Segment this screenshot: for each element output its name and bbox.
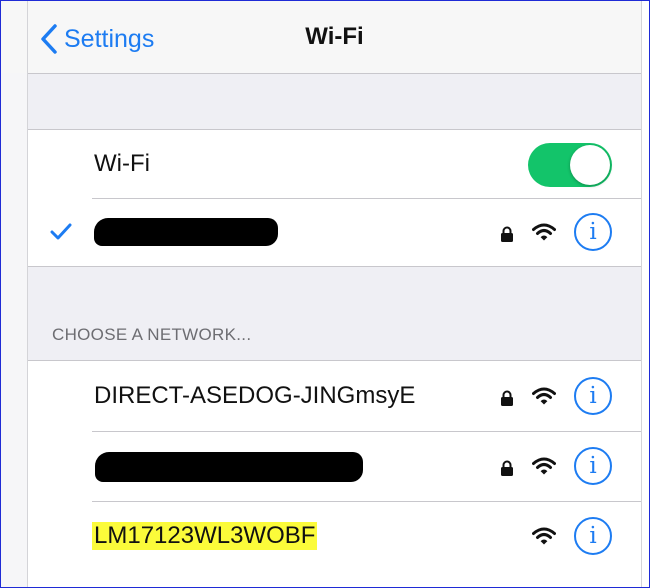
info-icon[interactable]: i <box>574 447 612 485</box>
connected-network-row[interactable]: i <box>28 198 641 266</box>
redacted-network-name <box>94 218 278 246</box>
info-icon[interactable]: i <box>574 213 612 251</box>
info-icon[interactable]: i <box>574 517 612 555</box>
wifi-signal-icon <box>532 527 556 545</box>
left-margin <box>1 73 27 587</box>
network-row[interactable]: i <box>28 431 641 501</box>
lock-icon <box>501 390 513 406</box>
section-header: CHOOSE A NETWORK... <box>52 325 252 344</box>
wifi-toggle-switch[interactable] <box>528 143 612 187</box>
redacted-network-name <box>95 452 363 482</box>
toggle-knob <box>570 145 610 185</box>
info-icon[interactable]: i <box>574 377 612 415</box>
wifi-group: Wi-Fi i <box>28 129 641 267</box>
wifi-toggle-label: Wi-Fi <box>94 150 150 177</box>
page-title: Wi-Fi <box>305 23 364 50</box>
wifi-signal-icon <box>532 457 556 475</box>
wifi-signal-icon <box>532 223 556 241</box>
network-row[interactable]: DIRECT-ASEDOG-JINGmsyE i <box>28 361 641 431</box>
wifi-signal-icon <box>532 387 556 405</box>
left-margin-top <box>1 1 27 73</box>
navigation-bar: Settings Wi-Fi <box>28 1 641 74</box>
network-name: DIRECT-ASEDOG-JINGmsyE <box>94 382 416 409</box>
lock-icon <box>501 226 513 242</box>
checkmark-icon <box>50 223 72 240</box>
wifi-settings-screen: Settings Wi-Fi Wi-Fi i CHOOSE A NETWORK.… <box>27 1 642 587</box>
network-list: DIRECT-ASEDOG-JINGmsyE i i LM17123WL3WOB… <box>28 360 641 587</box>
wifi-toggle-row: Wi-Fi <box>28 130 641 198</box>
network-row[interactable]: LM17123WL3WOBF i <box>28 501 641 571</box>
network-name: LM17123WL3WOBF <box>92 522 318 550</box>
lock-icon <box>501 460 513 476</box>
screenshot-frame: Settings Wi-Fi Wi-Fi i CHOOSE A NETWORK.… <box>0 0 650 588</box>
